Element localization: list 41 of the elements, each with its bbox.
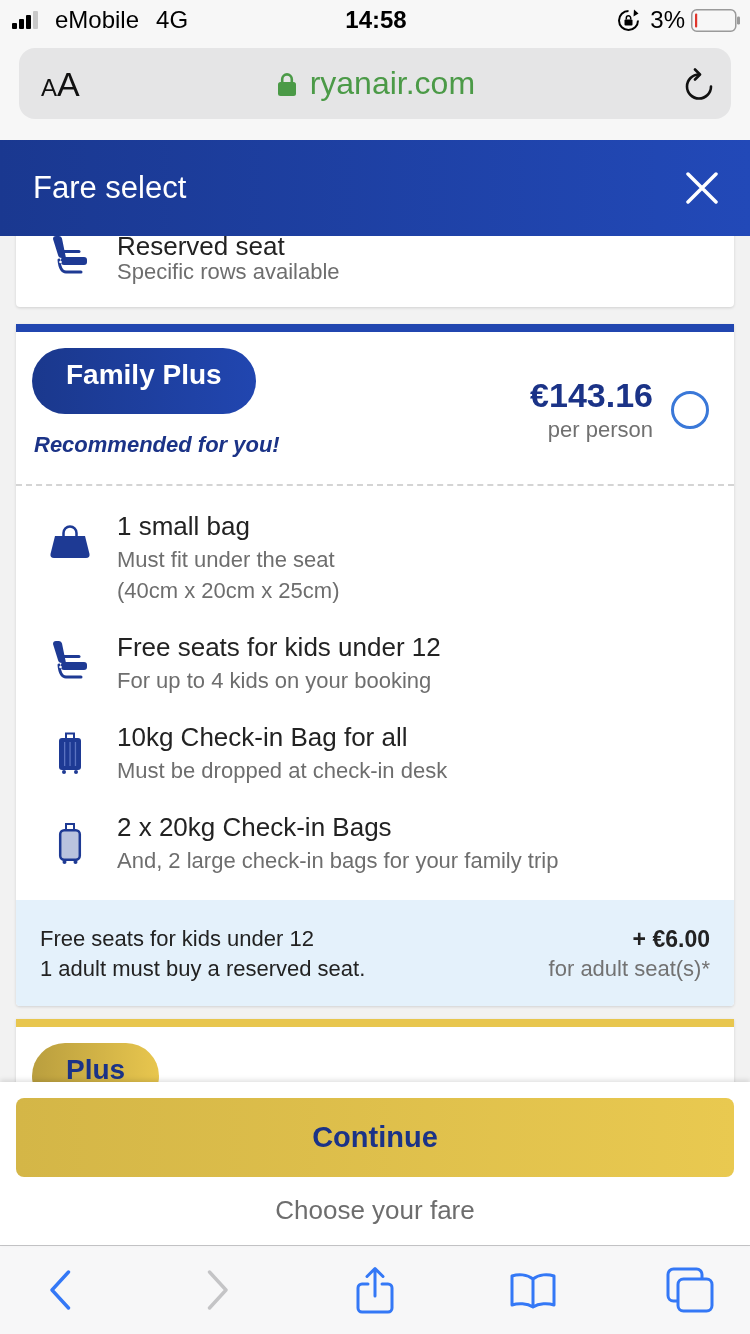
surcharge-label: for adult seat(s)* [548, 955, 710, 983]
suitcase-icon [58, 822, 82, 864]
footer-hint: Choose your fare [274, 1194, 476, 1227]
overlapping-squares-icon[interactable] [666, 1267, 714, 1313]
feature-detail: For up to 4 kids on your booking [117, 667, 433, 695]
battery-percentage: 3% [650, 6, 685, 34]
fare-name: Plus [66, 1059, 126, 1081]
radio-button[interactable] [671, 391, 709, 429]
feature-detail: Specific rows available [117, 258, 340, 286]
fare-price: €143.16 [530, 375, 653, 415]
carrier-name: eMobile [55, 6, 140, 34]
reload-icon[interactable] [685, 67, 713, 100]
feature-detail: And, 2 large check-in bags for your family trip [117, 847, 559, 875]
info-text: 1 adult must buy a reserved seat. [40, 955, 366, 983]
clock: 14:58 [345, 6, 407, 34]
page-title: Fare select [33, 170, 187, 206]
feature-title: 10kg Check-in Bag for all [117, 721, 409, 754]
feature-detail: Must fit under the seat (40cm x 20cm x 25cm) [117, 546, 340, 605]
book-icon[interactable] [509, 1271, 556, 1309]
url-text: ryanair.com [309, 65, 476, 102]
feature-detail: Must be dropped at check-in desk [117, 757, 448, 785]
handbag-icon [50, 525, 90, 559]
close-icon[interactable] [686, 172, 718, 204]
reader-button[interactable]: AA [41, 66, 80, 101]
feature-title: 2 x 20kg Check-in Bags [117, 811, 393, 844]
battery-icon [691, 8, 740, 32]
chevron-left-icon[interactable] [49, 1270, 71, 1310]
suitcase-icon [58, 732, 82, 774]
address-bar[interactable]: AA ryanair.com [19, 48, 731, 119]
rotation-lock-icon [617, 8, 641, 32]
continue-button[interactable]: Continue [16, 1098, 734, 1177]
network-type: 4G [156, 6, 189, 34]
price-unit-label: per person [546, 416, 653, 444]
surcharge-price: + €6.00 [631, 925, 710, 954]
info-title: Free seats for kids under 12 [40, 925, 315, 953]
feature-title: Free seats for kids under 12 [117, 631, 441, 664]
feature-title: Reserved seat [117, 236, 286, 256]
share-icon[interactable] [356, 1266, 394, 1314]
feature-title: 1 small bag [117, 510, 251, 543]
signal-icon [12, 11, 40, 29]
recommendation-text: Recommended for you! [34, 431, 280, 459]
